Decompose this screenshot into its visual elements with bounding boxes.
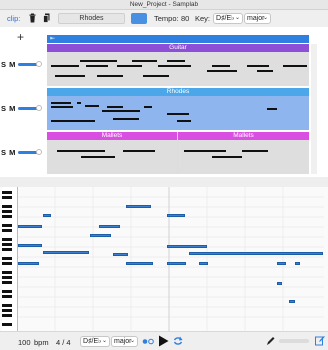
midi-note[interactable]	[277, 262, 286, 265]
midi-note[interactable]	[126, 205, 151, 208]
track-header-3: S M	[0, 132, 46, 174]
solo-mute-toggle[interactable]: S M	[1, 104, 16, 113]
zoom-slider[interactable]	[279, 339, 309, 343]
midi-note[interactable]	[167, 262, 186, 265]
midi-note[interactable]	[199, 262, 208, 265]
bpm-label: bpm	[34, 338, 49, 347]
toolbar: clip: Rhodes Tempo: 80 Key: D♯/E♭ ⌄ majo…	[0, 10, 328, 27]
midi-note[interactable]	[18, 244, 42, 247]
scale-select-value: major	[114, 338, 132, 345]
clip-header[interactable]: Guitar	[47, 44, 309, 52]
copy-icon[interactable]	[43, 13, 50, 23]
trash-icon[interactable]	[29, 13, 36, 23]
tempo-value[interactable]: 80	[181, 14, 189, 23]
instrument-name-field[interactable]: Rhodes	[58, 13, 125, 24]
volume-slider[interactable]	[18, 61, 42, 67]
midi-note[interactable]	[167, 245, 207, 248]
midi-note[interactable]	[113, 253, 128, 256]
window-title: New_Project - Samplab	[129, 1, 199, 8]
midi-note[interactable]	[43, 251, 89, 254]
scale-select[interactable]: major ⌄	[111, 336, 138, 347]
track-header-2: S M	[0, 88, 46, 130]
clip-body[interactable]	[47, 140, 177, 174]
piano-keyboard[interactable]	[2, 187, 18, 331]
clip-body[interactable]	[178, 140, 309, 174]
scale-select-value: major	[247, 15, 265, 22]
note-grid[interactable]	[18, 187, 324, 331]
key-select[interactable]: D♯/E♭ ⌄	[80, 336, 110, 347]
clip-header[interactable]: Rhodes	[47, 88, 309, 96]
tracks-area: + ⇤ S M Guitar S M Rhodes S M Mallets Ma…	[0, 27, 328, 177]
grid-lines	[18, 187, 324, 331]
midi-note[interactable]	[18, 262, 39, 265]
playhead-marker-icon: ⇤	[50, 36, 56, 42]
volume-slider[interactable]	[18, 149, 42, 155]
midi-note[interactable]	[99, 225, 120, 228]
metronome-icon[interactable]	[142, 338, 154, 345]
play-icon[interactable]	[158, 335, 169, 347]
scale-select[interactable]: major ⌄	[244, 13, 271, 24]
midi-note[interactable]	[18, 225, 42, 228]
chevron-down-icon: ⌄	[262, 15, 268, 21]
track-lane-1[interactable]: Guitar	[47, 44, 309, 86]
tempo-label: Tempo:	[154, 14, 179, 23]
pencil-icon[interactable]	[266, 336, 275, 346]
loop-icon[interactable]	[172, 335, 184, 347]
midi-note[interactable]	[289, 300, 295, 303]
timeline-ruler[interactable]: ⇤	[47, 35, 309, 43]
transport-bar: 100 bpm 4 / 4 D♯/E♭ ⌄ major ⌄	[0, 331, 328, 350]
window-titlebar: New_Project - Samplab	[0, 0, 328, 10]
solo-mute-toggle[interactable]: S M	[1, 148, 16, 157]
track-lane-3[interactable]: Mallets Mallets	[47, 132, 309, 174]
clip-header[interactable]: Mallets	[47, 132, 177, 140]
clip-body[interactable]	[47, 96, 309, 130]
chevron-down-icon: ⌄	[101, 338, 107, 344]
add-track-button[interactable]: +	[17, 30, 24, 44]
midi-note[interactable]	[277, 282, 282, 285]
key-label: Key:	[195, 14, 211, 23]
piano-roll[interactable]	[0, 187, 328, 331]
key-select-value: D♯/E♭	[216, 15, 235, 22]
clip-color-swatch[interactable]	[131, 13, 147, 24]
volume-knob[interactable]	[36, 61, 42, 67]
clip-header[interactable]: Mallets	[178, 132, 309, 140]
clip-body[interactable]	[47, 52, 309, 86]
key-select[interactable]: D♯/E♭ ⌄	[213, 13, 243, 24]
chevron-down-icon: ⌄	[234, 15, 240, 21]
midi-note[interactable]	[295, 262, 300, 265]
time-signature[interactable]: 4 / 4	[56, 338, 71, 347]
midi-note[interactable]	[43, 214, 51, 217]
midi-note[interactable]	[167, 214, 185, 217]
key-select-value: D♯/E♭	[83, 338, 102, 345]
midi-note[interactable]	[189, 252, 323, 255]
splitter[interactable]	[0, 177, 328, 187]
track-lane-2[interactable]: Rhodes	[47, 88, 309, 130]
solo-mute-toggle[interactable]: S M	[1, 60, 16, 69]
volume-slider[interactable]	[18, 105, 42, 111]
clip-label: clip:	[7, 14, 21, 23]
midi-note[interactable]	[90, 234, 111, 237]
tracks-scrollbar[interactable]	[311, 44, 317, 174]
edit-icon[interactable]	[315, 335, 325, 346]
volume-knob[interactable]	[36, 105, 42, 111]
bpm-value[interactable]: 100	[18, 338, 31, 347]
volume-knob[interactable]	[36, 149, 42, 155]
track-header-1: S M	[0, 44, 46, 86]
chevron-down-icon: ⌄	[129, 338, 135, 344]
midi-note[interactable]	[126, 262, 153, 265]
